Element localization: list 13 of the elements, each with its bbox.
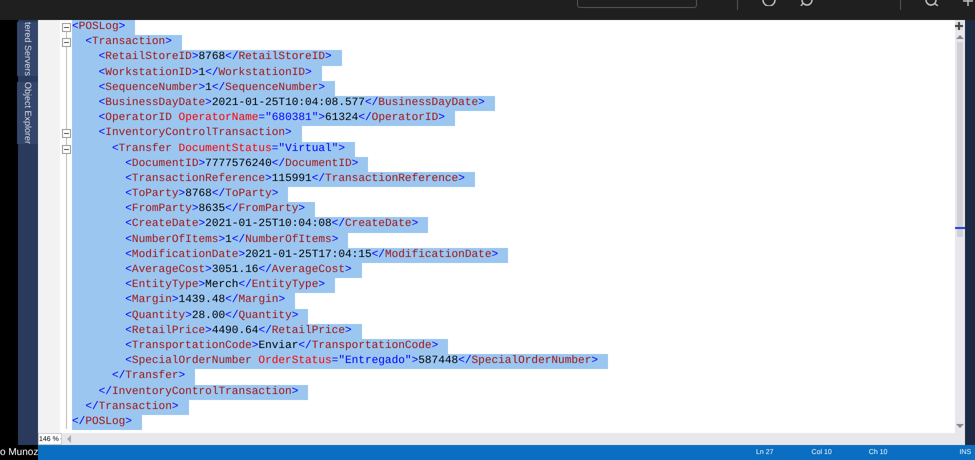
collapse-icon[interactable] xyxy=(62,144,70,154)
collapse-icon[interactable] xyxy=(62,23,70,32)
search-icon[interactable] xyxy=(925,0,939,6)
scroll-down-icon[interactable] xyxy=(956,424,964,429)
sidebar-tab[interactable]: Object Explorer xyxy=(17,82,39,144)
chat-icon[interactable] xyxy=(800,0,814,6)
participant-name: o Munoz xyxy=(0,446,38,460)
plus-icon[interactable] xyxy=(955,22,963,30)
collapse-icon[interactable] xyxy=(62,129,70,138)
plus-icon[interactable] xyxy=(963,0,973,6)
collapse-icon[interactable] xyxy=(62,38,70,48)
sidebar-tab[interactable]: tered Servers xyxy=(17,22,39,76)
scroll-up-icon[interactable] xyxy=(956,34,964,39)
